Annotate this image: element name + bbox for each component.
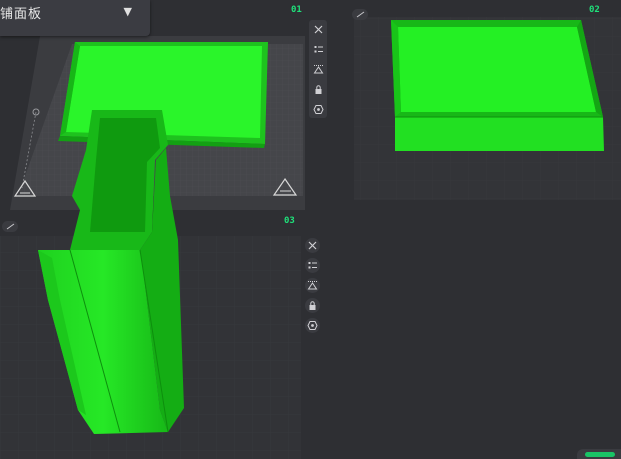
panel-selector-label: 平铺面板 [0,7,43,22]
auto-orient-icon[interactable] [305,278,320,293]
plate-03-label: 03 [284,216,295,226]
plate-03-toolbar [305,238,320,333]
plate-02-label: 02 [589,5,600,15]
lock-icon[interactable] [305,298,320,313]
slice-button[interactable] [577,449,621,459]
plate-02-edit-button[interactable] [352,9,368,20]
lock-icon[interactable] [311,82,325,96]
edit-icon [356,11,364,18]
plate-01-toolbar [309,20,327,118]
plate-01-label: 01 [291,5,302,15]
auto-orient-icon[interactable] [311,62,325,76]
box-model[interactable] [391,20,604,151]
close-icon[interactable] [305,238,320,253]
list-icon[interactable] [305,258,320,273]
panel-selector-dropdown[interactable]: 平铺面板 ▼ [0,0,150,36]
settings-icon[interactable] [305,318,320,333]
list-icon[interactable] [311,42,325,56]
settings-icon[interactable] [311,102,325,116]
plate-03-edit-button[interactable] [2,221,18,232]
edit-icon [6,223,14,230]
chevron-down-icon: ▼ [123,5,132,18]
close-icon[interactable] [311,22,325,36]
